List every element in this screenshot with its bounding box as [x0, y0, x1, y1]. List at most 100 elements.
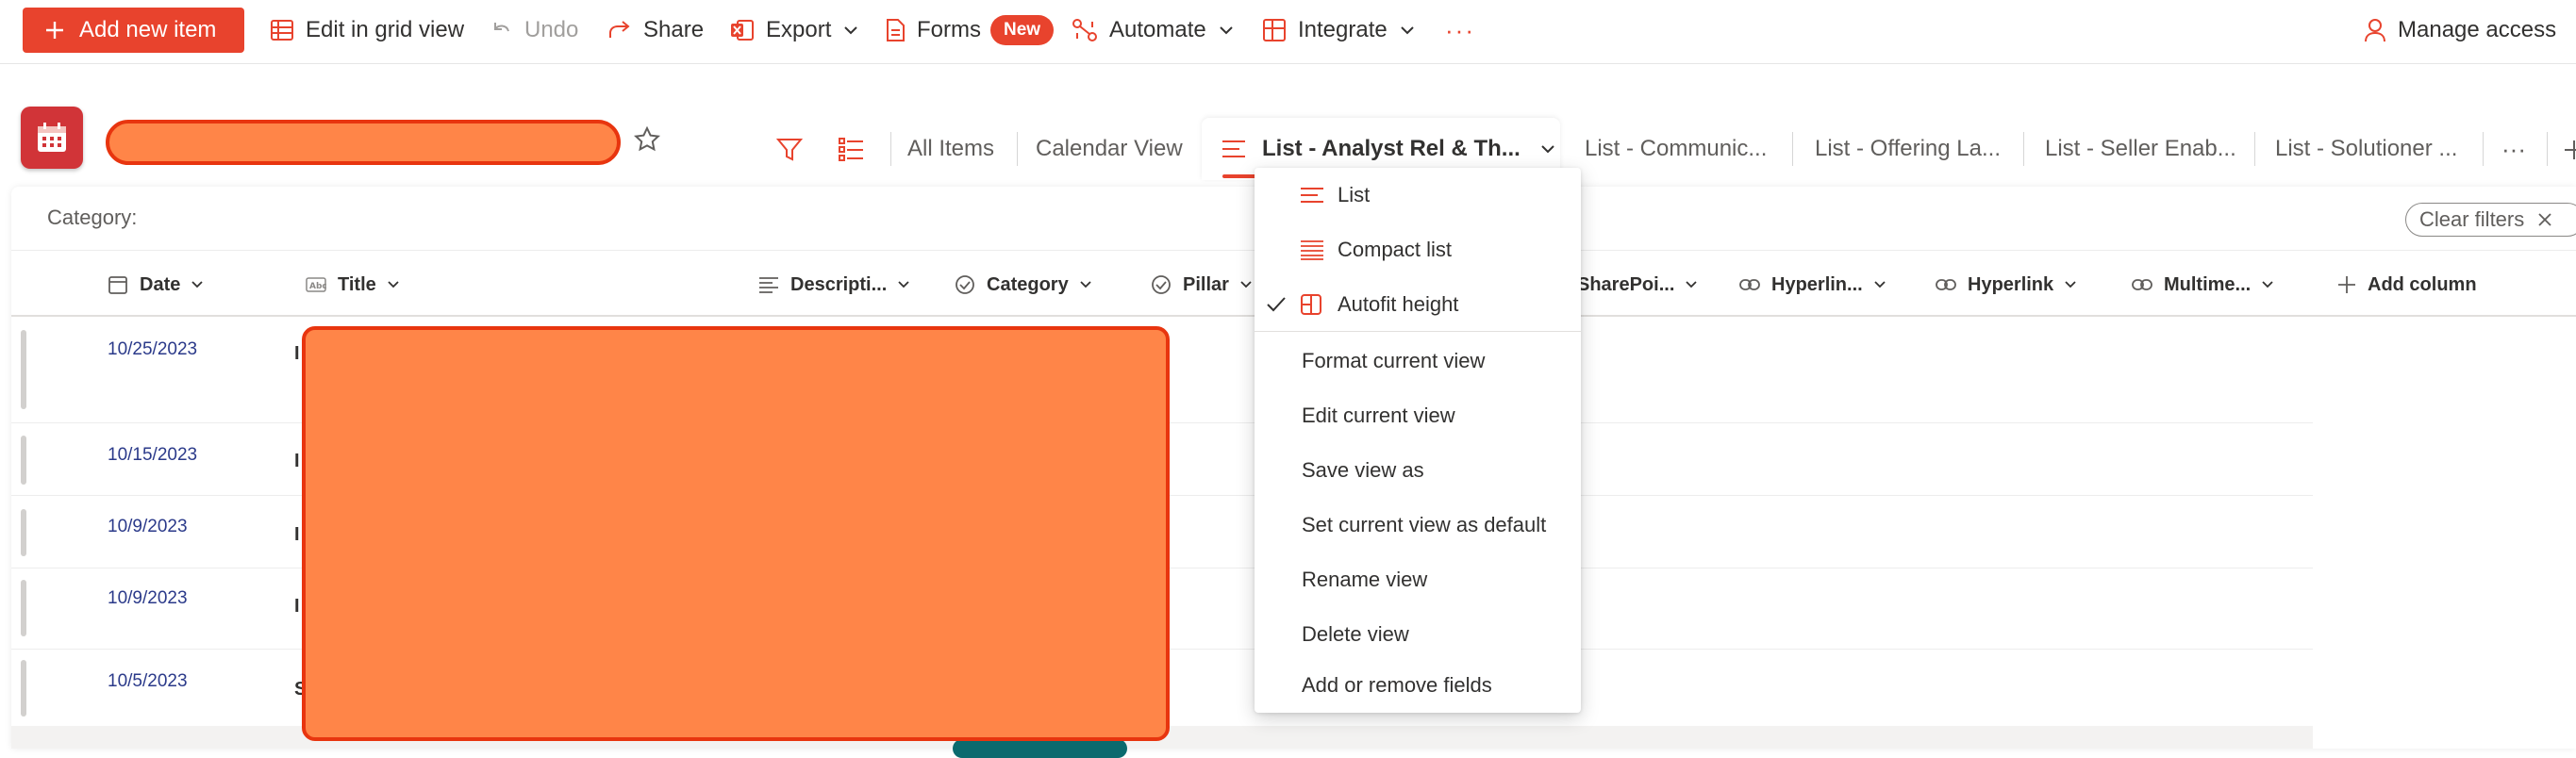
column-header-hyperlink-1[interactable]: Hyperlin...: [1739, 264, 1886, 305]
close-icon: [2538, 213, 2551, 226]
row-date: 10/5/2023: [108, 671, 188, 691]
undo-icon: [494, 23, 509, 32]
tab-calendar-view[interactable]: Calendar View: [1036, 120, 1183, 178]
tab-list-solutioner[interactable]: List - Solutioner ...: [2275, 120, 2457, 178]
share-label: Share: [643, 17, 705, 42]
column-header-pillar[interactable]: Pillar: [1151, 264, 1252, 305]
column-header-label: Date: [140, 273, 181, 295]
column-header-label: Hyperlin...: [1771, 273, 1863, 295]
list-title-redaction: [106, 120, 621, 165]
tab-list-offering[interactable]: List - Offering La...: [1815, 120, 2001, 178]
column-header-category[interactable]: Category: [955, 264, 1091, 305]
export-label: Export: [766, 17, 832, 42]
edit-grid-label: Edit in grid view: [306, 17, 465, 42]
integrate-button[interactable]: Integrate: [1262, 0, 1414, 60]
view-options-icon[interactable]: [838, 136, 866, 164]
grid-icon: [271, 20, 293, 41]
column-header-date[interactable]: Date: [108, 264, 203, 305]
column-header-label: Pillar: [1183, 273, 1229, 295]
chevron-down-icon: [388, 281, 399, 288]
menu-item-label: Add or remove fields: [1302, 673, 1492, 697]
chevron-down-icon: [1401, 26, 1414, 35]
tab-list-seller[interactable]: List - Seller Enab...: [2045, 120, 2236, 178]
plus-icon[interactable]: [2564, 140, 2576, 160]
column-header-multimedia[interactable]: Multime...: [2132, 264, 2273, 305]
menu-item-rename-view[interactable]: Rename view: [1255, 552, 1581, 607]
tab-separator: [2483, 132, 2484, 166]
row-date: 10/9/2023: [108, 588, 188, 608]
column-header-label: Descripti...: [790, 273, 888, 295]
column-header-description[interactable]: Descripti...: [758, 264, 909, 305]
plus-icon: [46, 22, 63, 39]
link-icon: [1739, 279, 1760, 290]
command-bar: Add new item Edit in grid view Undo Shar…: [0, 0, 2576, 64]
column-header-sharepoint[interactable]: SharePoi...: [1577, 264, 1698, 305]
tab-list-communic[interactable]: List - Communic...: [1585, 120, 1767, 178]
chevron-down-icon: [898, 281, 909, 288]
star-icon[interactable]: [634, 126, 660, 153]
automate-button[interactable]: Automate: [1072, 0, 1233, 60]
chevron-down-icon: [191, 281, 203, 288]
row-selection-bar[interactable]: [21, 509, 26, 556]
menu-item-label: Set current view as default: [1302, 513, 1547, 536]
menu-item-save-view-as[interactable]: Save view as: [1255, 443, 1581, 498]
row-title[interactable]: I: [294, 524, 300, 546]
row-selection-bar[interactable]: [21, 580, 26, 636]
flow-icon: [1072, 19, 1097, 41]
clear-filters-label: Clear filters: [2419, 207, 2525, 231]
column-header-label: SharePoi...: [1577, 273, 1675, 295]
row-title[interactable]: I: [294, 596, 300, 618]
add-column-label: Add column: [2368, 273, 2477, 295]
tab-all-items[interactable]: All Items: [907, 120, 994, 178]
chevron-down-icon: [1874, 281, 1886, 288]
chevron-down-icon: [1240, 281, 1252, 288]
undo-button[interactable]: Undo: [490, 0, 578, 60]
chevron-down-icon: [1220, 26, 1233, 35]
row-date: 10/9/2023: [108, 517, 188, 536]
menu-item-autofit-height[interactable]: Autofit height: [1255, 277, 1581, 332]
row-date: 10/15/2023: [108, 445, 198, 465]
multiline-text-icon: [759, 277, 778, 293]
chevron-down-icon: [2065, 281, 2076, 288]
tab-separator: [2023, 132, 2024, 166]
menu-item-set-default[interactable]: Set current view as default: [1255, 498, 1581, 552]
add-column-button[interactable]: Add column: [2337, 264, 2477, 305]
share-button[interactable]: Share: [607, 0, 704, 60]
menu-item-compact-list[interactable]: Compact list: [1255, 222, 1581, 277]
svg-text:Abc: Abc: [309, 282, 326, 291]
forms-button[interactable]: Forms New: [885, 0, 1055, 60]
more-views-button[interactable]: ···: [2501, 120, 2526, 178]
add-new-item-button[interactable]: Add new item: [23, 8, 244, 53]
column-header-hyperlink-2[interactable]: Hyperlink: [1936, 264, 2076, 305]
menu-divider: [1255, 331, 1581, 332]
list-lines-icon: [1222, 140, 1245, 157]
undo-label: Undo: [524, 17, 579, 42]
more-commands-button[interactable]: ···: [1445, 0, 1475, 60]
row-title[interactable]: I: [294, 451, 300, 472]
calendar-list-icon: [21, 107, 83, 169]
edit-grid-button[interactable]: Edit in grid view: [270, 0, 464, 60]
filter-icon[interactable]: [775, 136, 804, 164]
choice-pill: [953, 739, 1127, 758]
export-button[interactable]: Export: [730, 0, 858, 60]
menu-item-label: Compact list: [1338, 238, 1453, 261]
row-selection-bar[interactable]: [21, 330, 26, 409]
tab-separator: [1017, 132, 1018, 166]
forms-label: Forms: [917, 17, 981, 42]
chevron-down-icon: [2262, 281, 2273, 288]
content-redaction: [302, 326, 1170, 741]
integrate-label: Integrate: [1298, 17, 1388, 42]
menu-item-delete-view[interactable]: Delete view: [1255, 607, 1581, 662]
menu-item-add-remove-fields[interactable]: Add or remove fields: [1255, 658, 1581, 713]
menu-item-list[interactable]: List: [1255, 168, 1581, 222]
menu-item-format-current-view[interactable]: Format current view: [1255, 334, 1581, 388]
view-options-menu: List Compact list Autofit height Format …: [1255, 168, 1581, 713]
manage-access-button[interactable]: Manage access: [2364, 0, 2556, 60]
row-title[interactable]: I: [294, 343, 300, 365]
column-header-title[interactable]: Abc Title: [306, 264, 399, 305]
row-selection-bar[interactable]: [21, 436, 26, 485]
row-selection-bar[interactable]: [21, 660, 26, 717]
menu-item-edit-current-view[interactable]: Edit current view: [1255, 388, 1581, 443]
clear-filters-button[interactable]: Clear filters: [2405, 203, 2576, 237]
tab-separator: [890, 132, 891, 166]
